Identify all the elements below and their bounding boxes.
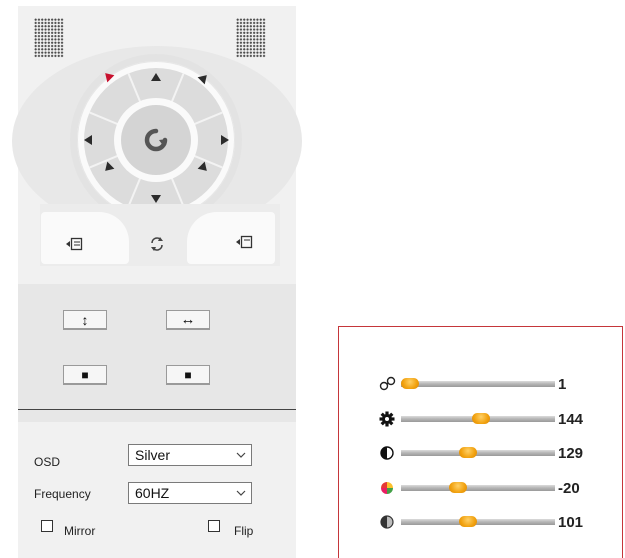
stop-button-left[interactable]: ■ <box>63 365 107 385</box>
contrast-slider-thumb[interactable] <box>459 447 477 458</box>
pan-down-button[interactable] <box>151 195 161 203</box>
preset-refresh-button[interactable] <box>147 235 167 255</box>
stop-icon: ■ <box>184 367 192 382</box>
osd-select[interactable]: Silver <box>128 444 252 466</box>
frequency-select[interactable]: 60HZ <box>128 482 252 504</box>
image-adjust-panel: 1 144 129 -20 101 <box>338 326 623 558</box>
zoom-slider-track[interactable] <box>401 378 555 389</box>
horizontal-arrows-icon: ↔ <box>180 311 196 328</box>
saturation-value: -20 <box>558 480 580 497</box>
divider <box>18 409 296 410</box>
vertical-flip-button[interactable]: ↕ <box>63 310 107 330</box>
brightness-slider-thumb[interactable] <box>459 516 477 527</box>
frequency-label: Frequency <box>34 487 91 501</box>
sharpness-slider-row: 144 <box>339 409 624 429</box>
contrast-value: 129 <box>558 445 584 462</box>
stop-button-right[interactable]: ■ <box>166 365 210 385</box>
saturation-slider-track[interactable] <box>401 482 555 493</box>
stop-icon: ■ <box>81 367 89 382</box>
zoom-slider-thumb[interactable] <box>401 378 419 389</box>
brightness-icon <box>380 515 394 529</box>
osd-select-value: Silver <box>135 447 171 463</box>
saturation-slider-row: -20 <box>339 478 624 498</box>
frequency-select-value: 60HZ <box>135 485 170 501</box>
contrast-slider-row: 129 <box>339 443 624 463</box>
pan-right-button[interactable] <box>221 135 229 145</box>
zoom-slider-row: 1 <box>339 374 624 394</box>
refresh-icon <box>144 128 168 152</box>
vertical-arrows-icon: ↕ <box>81 311 89 328</box>
saturation-slider-thumb[interactable] <box>449 482 467 493</box>
sharpness-slider-track[interactable] <box>401 413 555 424</box>
brightness-slider-row: 101 <box>339 512 624 532</box>
flip-label: Flip <box>234 524 254 538</box>
flip-checkbox[interactable] <box>208 520 220 532</box>
brightness-value: 101 <box>558 514 584 531</box>
contrast-slider-track[interactable] <box>401 447 555 458</box>
chevron-down-icon <box>236 490 246 496</box>
preset-save-icon <box>236 235 253 249</box>
pan-left-button[interactable] <box>84 135 92 145</box>
pan-up-button[interactable] <box>151 73 161 81</box>
mirror-checkbox[interactable] <box>41 520 53 532</box>
speaker-grille-right <box>236 18 266 58</box>
mirror-label: Mirror <box>64 524 96 538</box>
ptz-control-panel: ↕ ↔ ■ ■ OSD Silver Frequency 60HZ Mirror… <box>12 6 302 558</box>
preset-save-button[interactable] <box>187 212 275 264</box>
preset-load-icon <box>66 237 83 251</box>
preset-load-button[interactable] <box>41 212 129 264</box>
ptz-center-button[interactable] <box>121 105 191 175</box>
osd-label: OSD <box>34 455 61 469</box>
tool-section: ↕ ↔ ■ ■ <box>18 284 296 422</box>
sharpness-value: 144 <box>558 411 584 428</box>
zoom-value: 1 <box>558 376 567 393</box>
color-icon <box>381 482 393 494</box>
horizontal-flip-button[interactable]: ↔ <box>166 310 210 330</box>
contrast-icon <box>380 446 394 460</box>
gear-icon <box>379 411 395 427</box>
brightness-slider-track[interactable] <box>401 516 555 527</box>
sharpness-slider-thumb[interactable] <box>472 413 490 424</box>
zoom-icon <box>379 376 396 391</box>
sync-icon <box>151 237 163 251</box>
chevron-down-icon <box>236 452 246 458</box>
speaker-grille-left <box>34 18 64 58</box>
